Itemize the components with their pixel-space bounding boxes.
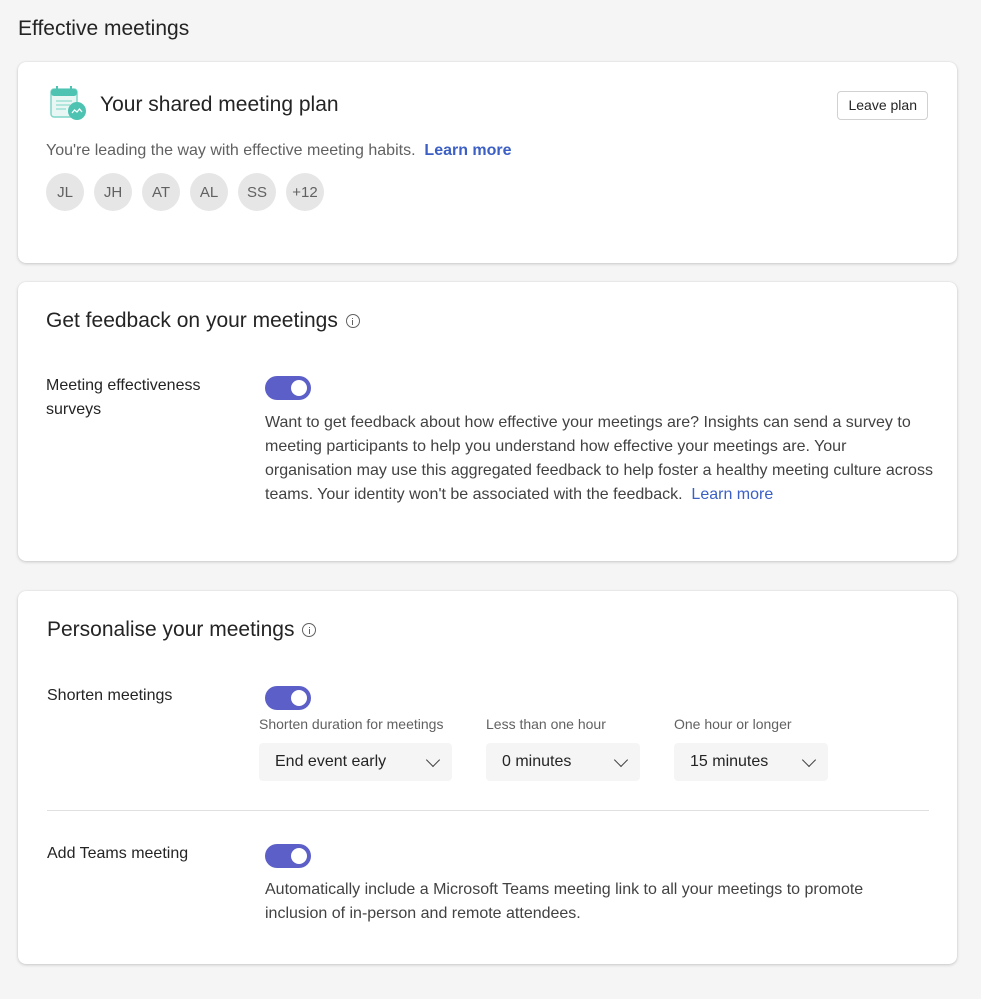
- add-teams-label: Add Teams meeting: [47, 845, 189, 862]
- add-teams-description: Automatically include a Microsoft Teams …: [265, 881, 864, 922]
- plan-title: Your shared meeting plan: [100, 93, 339, 116]
- avatar[interactable]: JH: [94, 173, 132, 211]
- divider: [47, 810, 929, 811]
- avatar[interactable]: SS: [238, 173, 276, 211]
- info-icon[interactable]: [345, 314, 360, 328]
- plan-learn-more-link[interactable]: Learn more: [420, 142, 511, 159]
- survey-description: Want to get feedback about how effective…: [265, 411, 935, 507]
- shorten-meetings-label: Shorten meetings: [47, 687, 173, 704]
- avatar-overflow[interactable]: +12: [286, 173, 324, 211]
- shorten-meetings-toggle[interactable]: [265, 686, 311, 710]
- less-than-hour-label: Less than one hour: [486, 716, 606, 732]
- avatar[interactable]: JL: [46, 173, 84, 211]
- personalise-title-text: Personalise your meetings: [47, 618, 295, 641]
- avatar[interactable]: AT: [142, 173, 180, 211]
- less-than-hour-select[interactable]: 0 minutes: [486, 743, 640, 781]
- feedback-title-text: Get feedback on your meetings: [46, 309, 338, 332]
- shorten-duration-value: End event early: [275, 753, 387, 770]
- shorten-duration-select[interactable]: End event early: [259, 743, 452, 781]
- less-than-hour-value: 0 minutes: [502, 753, 572, 770]
- page-title: Effective meetings: [18, 17, 190, 40]
- personalise-card: Personalise your meetings Shorten meetin…: [18, 591, 957, 964]
- add-teams-toggle[interactable]: [265, 844, 311, 868]
- chevron-down-icon: [425, 752, 441, 768]
- avatar-group: JL JH AT AL SS +12: [46, 173, 324, 211]
- plan-subtitle: You're leading the way with effective me…: [46, 142, 512, 160]
- survey-description-text: Want to get feedback about how effective…: [265, 414, 933, 503]
- plan-subtitle-text: You're leading the way with effective me…: [46, 142, 416, 159]
- hour-or-longer-label: One hour or longer: [674, 716, 792, 732]
- shared-plan-card: Your shared meeting plan Leave plan You'…: [18, 62, 957, 263]
- info-icon[interactable]: [302, 623, 317, 637]
- feedback-section-title: Get feedback on your meetings: [46, 309, 360, 333]
- hour-or-longer-value: 15 minutes: [690, 753, 769, 770]
- survey-toggle[interactable]: [265, 376, 311, 400]
- survey-learn-more-link[interactable]: Learn more: [687, 486, 773, 503]
- avatar[interactable]: AL: [190, 173, 228, 211]
- feedback-card: Get feedback on your meetings Meeting ef…: [18, 282, 957, 561]
- leave-plan-button[interactable]: Leave plan: [837, 91, 928, 120]
- personalise-section-title: Personalise your meetings: [47, 618, 317, 642]
- calendar-plan-icon: [50, 86, 86, 120]
- chevron-down-icon: [613, 752, 629, 768]
- chevron-down-icon: [801, 752, 817, 768]
- hour-or-longer-select[interactable]: 15 minutes: [674, 743, 828, 781]
- survey-setting-label: Meeting effectiveness surveys: [46, 377, 201, 418]
- shorten-duration-label: Shorten duration for meetings: [259, 716, 444, 732]
